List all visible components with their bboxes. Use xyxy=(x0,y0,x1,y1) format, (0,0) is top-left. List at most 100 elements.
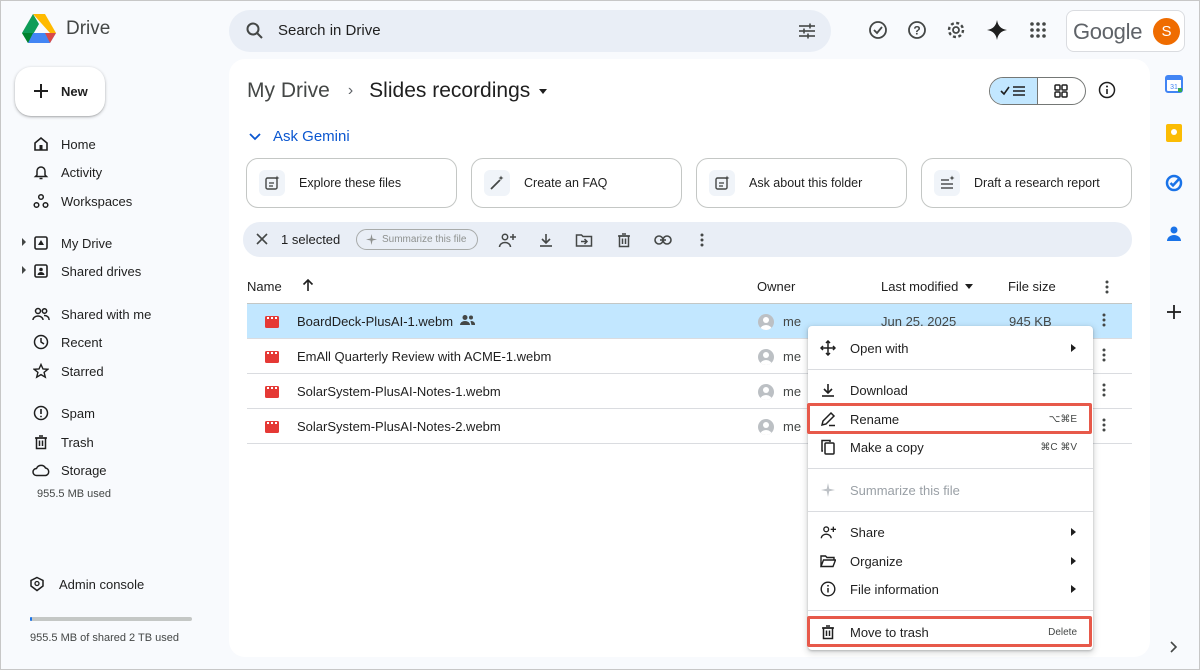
suggestion-explore-files[interactable]: Explore these files xyxy=(246,158,457,208)
new-button[interactable]: New xyxy=(15,67,105,116)
suggestion-label: Draft a research report xyxy=(974,176,1100,190)
owner-avatar xyxy=(758,314,774,330)
suggestion-create-faq[interactable]: Create an FAQ xyxy=(471,158,682,208)
file-name[interactable]: SolarSystem-PlusAI-Notes-1.webm xyxy=(297,384,501,399)
sidebar-item-workspaces[interactable]: Workspaces xyxy=(22,190,132,212)
download-icon[interactable] xyxy=(537,231,555,249)
menu-item-make-copy[interactable]: Make a copy ⌘C ⌘V xyxy=(808,433,1093,461)
my-drive-icon xyxy=(31,233,51,253)
menu-item-file-information[interactable]: File information xyxy=(808,575,1093,603)
suggestion-research-report[interactable]: Draft a research report xyxy=(921,158,1132,208)
file-name[interactable]: SolarSystem-PlusAI-Notes-2.webm xyxy=(297,419,501,434)
settings-icon[interactable] xyxy=(945,19,967,41)
column-header-owner[interactable]: Owner xyxy=(757,279,795,294)
more-options-icon[interactable] xyxy=(1102,383,1106,397)
workspaces-icon xyxy=(31,191,51,211)
clear-selection-icon[interactable] xyxy=(255,232,269,246)
expand-arrow-icon[interactable] xyxy=(22,238,26,246)
folder-menu-dropdown-icon[interactable] xyxy=(539,88,548,94)
sidebar-item-label: My Drive xyxy=(61,235,113,251)
chevron-right-icon: › xyxy=(347,82,354,99)
sidebar-item-starred[interactable]: Starred xyxy=(22,360,104,382)
sidebar-item-shared-with-me[interactable]: Shared with me xyxy=(22,303,151,325)
drive-logo[interactable]: Drive xyxy=(22,14,110,44)
sidebar-item-label: Storage xyxy=(61,462,107,478)
file-name[interactable]: EmAll Quarterly Review with ACME-1.webm xyxy=(297,349,551,364)
menu-item-rename[interactable]: Rename ⌥⌘E xyxy=(808,405,1093,433)
menu-item-download[interactable]: Download xyxy=(808,376,1093,404)
more-options-icon[interactable] xyxy=(1102,313,1106,327)
menu-item-label: Make a copy xyxy=(850,440,924,455)
add-addon-icon[interactable] xyxy=(1165,303,1183,321)
avatar[interactable]: S xyxy=(1153,18,1180,45)
sort-ascending-icon[interactable] xyxy=(301,278,315,292)
list-view-icon xyxy=(1000,86,1026,96)
trash-icon xyxy=(820,624,836,640)
more-options-icon[interactable] xyxy=(1102,418,1106,432)
summarize-file-button[interactable]: Summarize this file xyxy=(356,229,479,250)
suggestion-label: Explore these files xyxy=(299,176,402,190)
sidebar-item-shared-drives[interactable]: Shared drives xyxy=(22,260,141,282)
column-header-name[interactable]: Name xyxy=(247,279,282,294)
info-icon[interactable] xyxy=(1098,81,1116,99)
breadcrumb-current-folder[interactable]: Slides recordings xyxy=(369,79,530,103)
keep-app-icon[interactable] xyxy=(1165,124,1183,142)
video-file-icon xyxy=(265,316,279,328)
sidebar-item-recent[interactable]: Recent xyxy=(22,331,102,353)
copy-link-icon[interactable] xyxy=(654,231,672,249)
sidebar-item-trash[interactable]: Trash xyxy=(22,431,94,453)
offline-ready-icon[interactable] xyxy=(867,19,889,41)
move-icon[interactable] xyxy=(575,231,593,249)
menu-item-open-with[interactable]: Open with xyxy=(808,334,1093,362)
calendar-app-icon[interactable]: 31 xyxy=(1165,75,1183,93)
menu-item-organize[interactable]: Organize xyxy=(808,547,1093,575)
help-icon[interactable]: ? xyxy=(906,19,928,41)
account-switcher[interactable]: Google S xyxy=(1066,10,1185,52)
share-icon[interactable] xyxy=(498,231,516,249)
sidebar-item-label: Trash xyxy=(61,434,94,450)
search-icon[interactable] xyxy=(245,21,265,41)
sparkle-icon xyxy=(366,234,377,245)
folder-open-icon xyxy=(820,553,836,569)
menu-item-share[interactable]: Share xyxy=(808,518,1093,546)
people-icon xyxy=(31,304,51,324)
more-actions-icon[interactable] xyxy=(693,231,711,249)
column-header-file-size[interactable]: File size xyxy=(1008,279,1056,294)
ask-gemini-toggle[interactable]: Ask Gemini xyxy=(249,128,350,145)
menu-item-label: Organize xyxy=(850,554,903,569)
more-options-icon[interactable] xyxy=(1102,348,1106,362)
bell-icon xyxy=(31,162,51,182)
grid-view-button[interactable] xyxy=(1038,78,1086,104)
sidebar-item-spam[interactable]: Spam xyxy=(22,402,95,424)
view-toggle[interactable] xyxy=(989,77,1086,105)
trash-icon[interactable] xyxy=(615,231,633,249)
copy-icon xyxy=(820,439,836,455)
admin-console-link[interactable]: Admin console xyxy=(29,576,144,592)
list-view-button[interactable] xyxy=(990,78,1038,104)
admin-shield-icon xyxy=(30,576,44,592)
column-options-icon[interactable] xyxy=(1105,280,1109,294)
expand-arrow-icon[interactable] xyxy=(22,266,26,274)
shared-storage-text: 955.5 MB of shared 2 TB used xyxy=(30,632,179,644)
new-button-label: New xyxy=(61,84,88,99)
apps-grid-icon[interactable] xyxy=(1027,19,1049,41)
suggestion-ask-folder[interactable]: Ask about this folder xyxy=(696,158,907,208)
search-options-icon[interactable] xyxy=(797,21,817,41)
sidebar-item-my-drive[interactable]: My Drive xyxy=(22,232,112,254)
tasks-app-icon[interactable] xyxy=(1165,174,1183,192)
breadcrumb-root[interactable]: My Drive xyxy=(247,79,330,103)
sidebar-item-home[interactable]: Home xyxy=(22,133,96,155)
column-header-last-modified[interactable]: Last modified xyxy=(881,279,958,294)
menu-item-move-to-trash[interactable]: Move to trash Delete xyxy=(808,618,1093,646)
expand-panel-chevron-icon[interactable] xyxy=(1165,638,1183,656)
sidebar-item-storage[interactable]: Storage xyxy=(22,459,107,481)
sort-dropdown-icon[interactable] xyxy=(965,284,973,289)
menu-divider xyxy=(808,468,1093,469)
search-input[interactable]: Search in Drive xyxy=(278,22,381,39)
clock-icon xyxy=(31,332,51,352)
contacts-app-icon[interactable] xyxy=(1165,224,1183,242)
search-bar[interactable]: Search in Drive xyxy=(229,10,831,52)
sidebar-item-activity[interactable]: Activity xyxy=(22,161,102,183)
gemini-icon[interactable] xyxy=(986,19,1008,41)
file-name[interactable]: BoardDeck-PlusAI-1.webm xyxy=(297,314,453,329)
